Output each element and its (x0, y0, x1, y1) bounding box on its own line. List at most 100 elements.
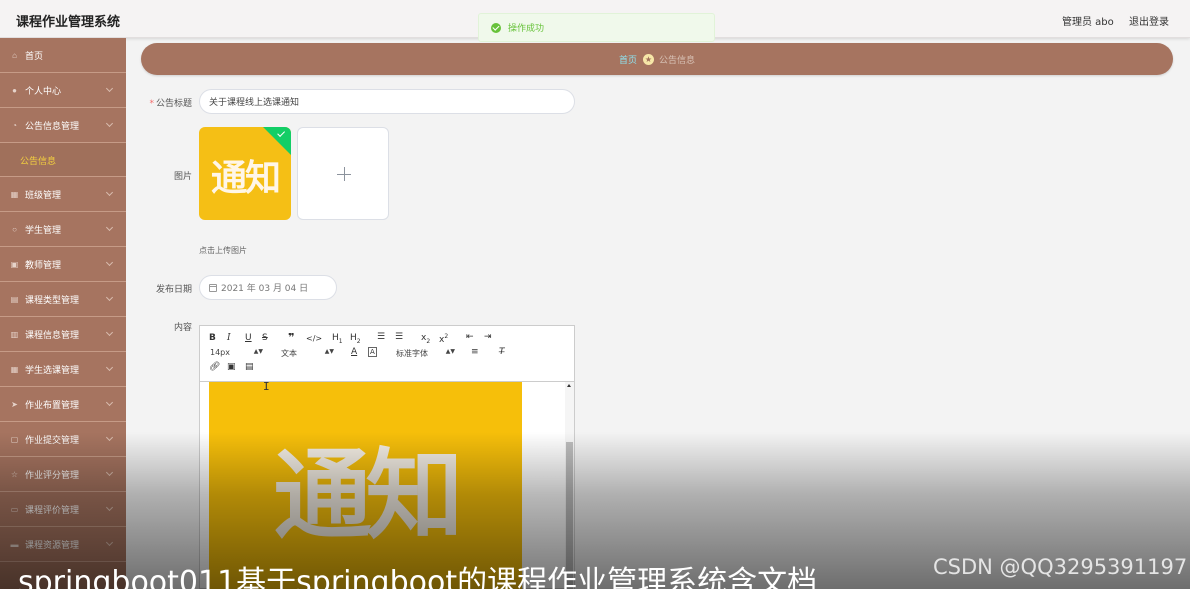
sidebar-item-profile[interactable]: ● 个人中心 (0, 73, 126, 108)
heading2-button[interactable]: H2 (350, 333, 361, 347)
font-family-select[interactable]: 标准字体 ▲▼ (396, 348, 455, 359)
publish-date-value: 2021 年 03 月 04 日 (221, 284, 309, 294)
sidebar-item-assignment-submit[interactable]: ▢ 作业提交管理 (0, 422, 126, 457)
chevron-down-icon (105, 503, 114, 512)
upload-icon: ▢ (10, 434, 19, 444)
strikethrough-button[interactable]: S (262, 333, 268, 344)
sidebar-item-label: 课程信息管理 (25, 330, 80, 341)
sidebar-item-label: 作业布置管理 (25, 400, 80, 411)
uploaded-image-thumbnail[interactable]: 通知 (199, 127, 291, 220)
chevron-down-icon (105, 363, 114, 372)
plus-icon-vertical (343, 167, 345, 181)
calendar-icon (209, 283, 217, 292)
sidebar-item-label: 作业评分管理 (25, 470, 80, 481)
breadcrumb: 首页 ★ 公告信息 (141, 43, 1173, 75)
sidebar-item-label: 学生管理 (25, 225, 62, 236)
sidebar-item-student[interactable]: ○ 学生管理 (0, 212, 126, 247)
chevron-down-icon (105, 188, 114, 197)
subscript-button[interactable]: x2 (421, 333, 430, 347)
sidebar-item-assignment-grading[interactable]: ☆ 作业评分管理 (0, 457, 126, 492)
chevron-down-icon (105, 223, 114, 232)
italic-button[interactable]: I (227, 333, 231, 344)
notice-title-input[interactable]: 关于课程线上选课通知 (199, 89, 575, 114)
send-icon: ➤ (11, 399, 18, 409)
outdent-button[interactable]: ⇤ (466, 332, 474, 343)
bell-icon: ◔ (12, 120, 17, 130)
sidebar-item-course-type[interactable]: ▤ 课程类型管理 (0, 282, 126, 317)
font-family-value: 标准字体 (396, 349, 428, 358)
sidebar-item-label: 公告信息管理 (25, 121, 80, 132)
publish-date-picker[interactable]: 2021 年 03 月 04 日 (199, 275, 337, 300)
font-size-select[interactable]: 14px ▲▼ (210, 348, 263, 357)
id-card-icon: ▣ (10, 259, 19, 269)
clear-format-button[interactable]: T̶ (499, 347, 505, 358)
align-button[interactable]: ≡ (471, 347, 479, 358)
sidebar-item-course-info[interactable]: ▥ 课程信息管理 (0, 317, 126, 352)
superscript-button[interactable]: x2 (439, 331, 448, 346)
star-icon: ☆ (10, 469, 19, 479)
sidebar-item-label: 教师管理 (25, 260, 62, 271)
breadcrumb-home-link[interactable]: 首页 (619, 53, 637, 66)
breadcrumb-current: 公告信息 (659, 55, 696, 66)
current-user: 管理员 abo (1062, 17, 1114, 28)
sidebar-item-teacher[interactable]: ▣ 教师管理 (0, 247, 126, 282)
text-cursor-icon: I (263, 380, 270, 393)
sidebar-item-label: 学生选课管理 (25, 365, 80, 376)
font-size-value: 14px (210, 348, 230, 357)
blockquote-button[interactable]: ❞ (288, 332, 294, 343)
ordered-list-button[interactable]: ☰ (377, 332, 385, 343)
toast-message: 操作成功 (508, 24, 545, 34)
user-icon: ● (12, 85, 17, 95)
app-title: 课程作业管理系统 (16, 15, 121, 30)
bold-button[interactable]: B (209, 333, 216, 344)
editor-toolbar: B I U S ❞ </> H1 H2 ☰ ☰ x2 x2 ⇤ ⇥ 14px ▲▼… (200, 326, 574, 382)
sidebar-subitem-notice[interactable]: 公告信息 (0, 143, 126, 177)
link-button[interactable]: 🔗︎ (209, 362, 220, 373)
sidebar-item-label: 作业提交管理 (25, 435, 80, 446)
chevron-down-icon (105, 468, 114, 477)
success-toast: 操作成功 (478, 13, 715, 42)
underline-button[interactable]: U (245, 333, 252, 344)
font-color-button[interactable]: A (351, 347, 357, 358)
background-color-button[interactable]: A (368, 347, 377, 357)
image-insert-button[interactable]: ▣ (227, 362, 236, 373)
bullet-list-button[interactable]: ☰ (395, 332, 403, 343)
sidebar-item-label: 课程类型管理 (25, 295, 80, 306)
sidebar-item-assignment-publish[interactable]: ➤ 作业布置管理 (0, 387, 126, 422)
content-image: 通知 (209, 382, 522, 589)
sidebar-item-label: 首页 (25, 51, 44, 62)
image-upload-button[interactable] (297, 127, 389, 220)
code-block-button[interactable]: </> (306, 333, 322, 344)
title-label-text: 公告标题 (155, 99, 192, 109)
logout-link[interactable]: 退出登录 (1129, 13, 1169, 28)
editor-content-area[interactable]: 通知 (200, 382, 574, 589)
chevron-down-icon (105, 328, 114, 337)
scroll-up-arrow-icon[interactable] (567, 384, 571, 387)
chevron-down-icon (105, 433, 114, 442)
sidebar-item-label: 班级管理 (25, 190, 62, 201)
block-format-select[interactable]: 文本 ▲▼ (281, 348, 334, 359)
content-field-label: 内容 (173, 323, 192, 333)
sidebar-item-course-resources[interactable]: ▬ 课程资源管理 (0, 527, 126, 562)
sidebar-item-course-selection[interactable]: ▦ 学生选课管理 (0, 352, 126, 387)
sidebar-item-notice-management[interactable]: ◔ 公告信息管理 (0, 108, 126, 143)
home-icon: ⌂ (12, 50, 17, 60)
editor-scrollbar[interactable] (565, 382, 574, 589)
block-format-value: 文本 (281, 349, 297, 358)
rich-text-editor[interactable]: B I U S ❞ </> H1 H2 ☰ ☰ x2 x2 ⇤ ⇥ 14px ▲▼… (199, 325, 575, 589)
sidebar-subitem-label: 公告信息 (20, 157, 57, 167)
sidebar-item-course-review[interactable]: ▭ 课程评价管理 (0, 492, 126, 527)
select-caret-icon: ▲▼ (253, 348, 263, 355)
select-caret-icon: ▲▼ (324, 348, 334, 355)
video-caption: springboot011基于springboot的课程作业管理系统含文档 (18, 565, 818, 589)
video-insert-button[interactable]: ▤ (245, 362, 254, 373)
indent-button[interactable]: ⇥ (484, 332, 492, 343)
watermark: CSDN @QQ3295391197 (933, 555, 1188, 579)
sidebar-item-home[interactable]: ⌂ 首页 (0, 38, 126, 73)
user-icon: ○ (12, 224, 17, 234)
heading1-button[interactable]: H1 (332, 333, 343, 347)
sidebar-item-class[interactable]: ▦ 班级管理 (0, 177, 126, 212)
required-asterisk: * (149, 99, 154, 109)
sidebar-item-label: 个人中心 (25, 86, 62, 97)
sidebar-item-label: 课程评价管理 (25, 505, 80, 516)
